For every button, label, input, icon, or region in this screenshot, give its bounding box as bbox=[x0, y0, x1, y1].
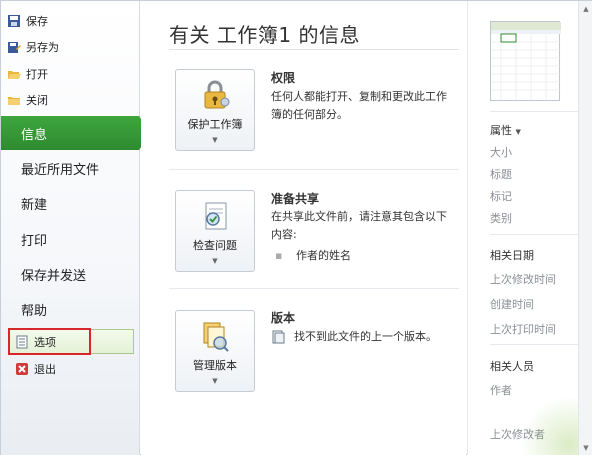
prop-title: 标题 bbox=[490, 168, 512, 181]
open-item[interactable]: 打开 bbox=[7, 64, 127, 84]
nav-help[interactable]: 帮助 bbox=[1, 292, 140, 326]
options-red-highlight bbox=[8, 328, 91, 355]
nav-recent-label: 最近所用文件 bbox=[21, 162, 100, 178]
permissions-text: 任何人都能打开、复制和更改此工作簿的任何部分。 bbox=[271, 90, 447, 121]
save-label: 保存 bbox=[26, 15, 48, 28]
related-dates-heading: 相关日期 bbox=[490, 249, 534, 262]
chevron-down-icon: ▼ bbox=[515, 128, 521, 136]
nav-info-label: 信息 bbox=[21, 127, 48, 143]
properties-label: 属性 bbox=[490, 124, 512, 137]
chevron-down-icon: ▼ bbox=[212, 377, 218, 385]
nav-new-label: 新建 bbox=[21, 197, 48, 213]
manage-versions-button[interactable]: 管理版本 ▼ bbox=[175, 310, 255, 392]
title-divider bbox=[169, 49, 459, 50]
close-label: 关闭 bbox=[26, 94, 48, 107]
people-author: 作者 bbox=[490, 384, 512, 397]
nav-save-send[interactable]: 保存并发送 bbox=[1, 257, 140, 291]
nav-print[interactable]: 打印 bbox=[1, 222, 140, 256]
manage-versions-icon bbox=[198, 319, 232, 353]
date-created: 创建时间 bbox=[490, 298, 534, 311]
close-folder-icon bbox=[7, 93, 21, 107]
chevron-down-icon: ▼ bbox=[212, 257, 218, 265]
date-last-printed: 上次打印时间 bbox=[490, 323, 556, 336]
section-divider bbox=[169, 169, 459, 170]
save-as-icon bbox=[7, 40, 21, 54]
save-as-item[interactable]: 另存为 bbox=[7, 37, 127, 57]
decorative-glow bbox=[521, 396, 581, 455]
vertical-scrollbar[interactable]: ▲ ▼ bbox=[578, 1, 592, 455]
scroll-down-icon[interactable]: ▼ bbox=[579, 441, 592, 455]
panel-divider bbox=[490, 111, 590, 112]
exit-icon bbox=[15, 362, 29, 376]
section-divider bbox=[169, 288, 459, 289]
prepare-share-heading: 准备共享 bbox=[271, 192, 320, 206]
open-folder-icon bbox=[7, 67, 21, 81]
scroll-up-icon[interactable]: ▲ bbox=[579, 2, 592, 16]
chevron-down-icon: ▼ bbox=[212, 136, 218, 144]
nav-save-send-label: 保存并发送 bbox=[21, 268, 87, 284]
close-item[interactable]: 关闭 bbox=[7, 90, 127, 110]
nav-help-label: 帮助 bbox=[21, 303, 48, 319]
bullet-icon: ▪ bbox=[275, 249, 283, 262]
save-icon bbox=[7, 14, 21, 28]
date-last-modified: 上次修改时间 bbox=[490, 273, 556, 286]
prepare-share-text: 在共享此文件前，请注意其包含以下内容: bbox=[271, 210, 447, 241]
panel-divider bbox=[490, 234, 590, 235]
versions-heading: 版本 bbox=[271, 311, 296, 325]
exit-item[interactable]: 退出 bbox=[15, 359, 135, 379]
save-as-label: 另存为 bbox=[26, 41, 59, 54]
check-issues-button[interactable]: 检查问题 ▼ bbox=[175, 190, 255, 272]
lock-icon bbox=[198, 78, 232, 112]
check-issues-label: 检查问题 bbox=[193, 239, 237, 252]
versions-text: 找不到此文件的上一个版本。 bbox=[294, 330, 437, 343]
properties-panel: 属性 ▼ 大小 标题 标记 类别 相关日期 上次修改时间 创建时间 上次打印时间… bbox=[467, 1, 592, 455]
prop-tags: 标记 bbox=[490, 190, 512, 203]
spreadsheet-preview-icon bbox=[491, 22, 561, 102]
nav-print-label: 打印 bbox=[21, 233, 48, 249]
manage-versions-label: 管理版本 bbox=[193, 359, 237, 372]
info-content: 有关 工作簿1 的信息 保护工作簿 ▼ 权限 任何人都能打开、复制和更改此工作簿… bbox=[141, 1, 466, 455]
nav-new[interactable]: 新建 bbox=[1, 186, 140, 220]
exit-label: 退出 bbox=[34, 363, 56, 376]
author-name-item: 作者的姓名 bbox=[296, 249, 351, 262]
nav-info[interactable]: 信息 bbox=[1, 116, 151, 150]
nav-recent[interactable]: 最近所用文件 bbox=[1, 151, 140, 185]
page-title: 有关 工作簿1 的信息 bbox=[169, 23, 360, 47]
inspect-document-icon bbox=[198, 199, 232, 233]
protect-workbook-label: 保护工作簿 bbox=[187, 118, 243, 131]
backstage-sidebar: 保存 另存为 打开 关闭 信息 最近所用文件 新建 打印 保存并发送 帮助 选项… bbox=[1, 1, 151, 455]
related-people-heading: 相关人员 bbox=[490, 360, 534, 373]
save-item[interactable]: 保存 bbox=[7, 11, 127, 31]
version-doc-icon bbox=[271, 329, 285, 344]
prop-category: 类别 bbox=[490, 212, 512, 225]
permissions-heading: 权限 bbox=[271, 71, 296, 85]
open-label: 打开 bbox=[26, 68, 48, 81]
panel-divider bbox=[490, 344, 590, 345]
protect-workbook-button[interactable]: 保护工作簿 ▼ bbox=[175, 69, 255, 151]
properties-dropdown[interactable]: 属性 ▼ bbox=[490, 122, 521, 138]
prop-size: 大小 bbox=[490, 146, 512, 159]
workbook-thumbnail bbox=[490, 21, 561, 102]
